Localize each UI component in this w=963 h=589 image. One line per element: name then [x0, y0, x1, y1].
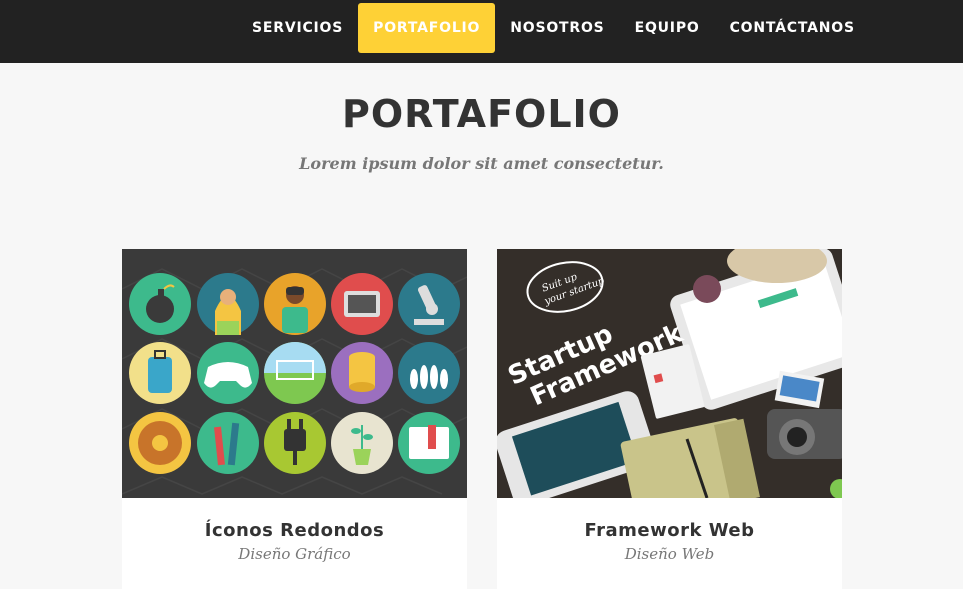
nav-item-nosotros[interactable]: NOSOTROS: [495, 3, 619, 53]
nav-item-portafolio[interactable]: PORTAFOLIO: [358, 3, 496, 53]
portfolio-caption: Íconos Redondos Diseño Gráfico: [122, 498, 467, 563]
portfolio-item-title[interactable]: Framework Web: [497, 520, 842, 541]
portfolio-item-category: Diseño Web: [624, 545, 715, 563]
section-heading: PORTAFOLIO: [341, 92, 621, 136]
nav-menu: SERVICIOS PORTAFOLIO NOSOTROS EQUIPO CON…: [237, 3, 870, 53]
portfolio-item-category: Diseño Gráfico: [238, 545, 351, 563]
portfolio-item-framework-web[interactable]: Suit up your startup Startup Framework F…: [497, 249, 842, 589]
portfolio-caption: Framework Web Diseño Web: [497, 498, 842, 563]
nav-item-equipo[interactable]: EQUIPO: [620, 3, 715, 53]
portfolio-item-round-icons[interactable]: Íconos Redondos Diseño Gráfico: [122, 249, 467, 589]
nav-item-servicios[interactable]: SERVICIOS: [237, 3, 358, 53]
startup-framework-devices-image[interactable]: Suit up your startup Startup Framework: [497, 249, 842, 498]
top-navbar: SERVICIOS PORTAFOLIO NOSOTROS EQUIPO CON…: [0, 0, 963, 63]
round-icons-grid-image[interactable]: [122, 249, 467, 498]
nav-item-contactanos[interactable]: CONTÁCTANOS: [715, 3, 870, 53]
section-subheading: Lorem ipsum dolor sit amet consectetur.: [299, 154, 664, 173]
portfolio-item-title[interactable]: Íconos Redondos: [122, 520, 467, 541]
